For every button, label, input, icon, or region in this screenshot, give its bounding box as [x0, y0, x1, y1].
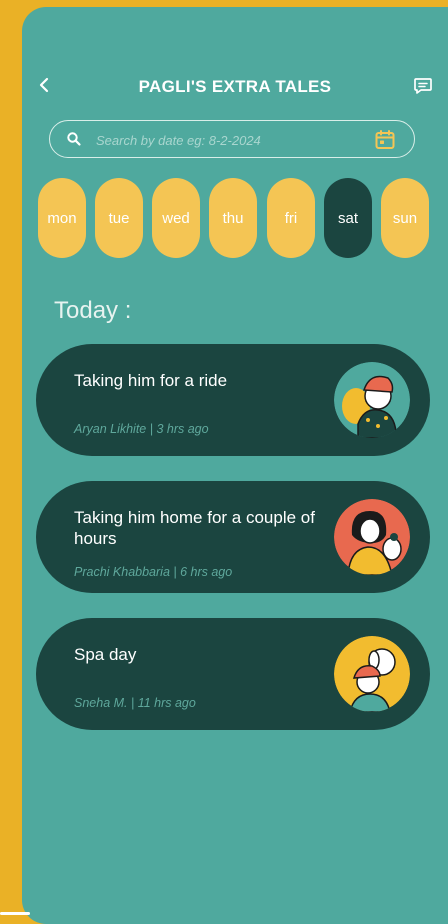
calendar-icon[interactable]	[374, 129, 396, 151]
tale-meta: Aryan Likhite | 3 hrs ago	[74, 422, 209, 436]
day-label: tue	[108, 209, 130, 227]
day-sat[interactable]: sat	[324, 178, 372, 258]
day-sun[interactable]: sun	[381, 178, 429, 258]
avatar-illustration-icon	[334, 362, 410, 438]
tale-meta: Prachi Khabbaria | 6 hrs ago	[74, 565, 233, 579]
day-mon[interactable]: mon	[38, 178, 86, 258]
section-title: Today :	[54, 297, 132, 324]
tale-card[interactable]: Spa day Sneha M. | 11 hrs ago	[36, 618, 430, 730]
search-icon	[67, 132, 81, 146]
page-title: PAGLI'S EXTRA TALES	[138, 77, 332, 96]
tale-meta: Sneha M. | 11 hrs ago	[74, 696, 196, 710]
search-input[interactable]	[94, 127, 368, 153]
day-wed[interactable]: wed	[152, 178, 200, 258]
day-tue[interactable]: tue	[95, 178, 143, 258]
day-label: mon	[47, 209, 77, 227]
day-fri[interactable]: fri	[267, 178, 315, 258]
tale-card[interactable]: Taking him home for a couple of hours Pr…	[36, 481, 430, 593]
avatar	[334, 362, 410, 438]
app-screen: PAGLI'S EXTRA TALES mon tue wed thu fri	[22, 7, 448, 924]
day-label: sun	[392, 209, 418, 227]
tale-title: Taking him for a ride	[74, 371, 228, 390]
day-thu[interactable]: thu	[209, 178, 257, 258]
avatar	[334, 636, 410, 712]
chat-bubble-icon	[414, 78, 432, 94]
tale-title: Taking him home for a couple of hours	[74, 508, 315, 548]
avatar	[334, 499, 410, 575]
tale-card[interactable]: Taking him for a ride Aryan Likhite | 3 …	[36, 344, 430, 456]
day-label: fri	[284, 209, 298, 227]
search-bar	[49, 120, 415, 158]
home-indicator	[0, 912, 30, 915]
avatar-illustration-icon	[334, 499, 410, 575]
chat-button[interactable]	[410, 73, 436, 99]
header: PAGLI'S EXTRA TALES	[22, 67, 448, 107]
day-label: wed	[162, 209, 190, 227]
tale-title: Spa day	[74, 645, 137, 664]
avatar-illustration-icon	[334, 636, 410, 712]
day-label: sat	[337, 209, 358, 227]
day-label: thu	[222, 209, 244, 227]
